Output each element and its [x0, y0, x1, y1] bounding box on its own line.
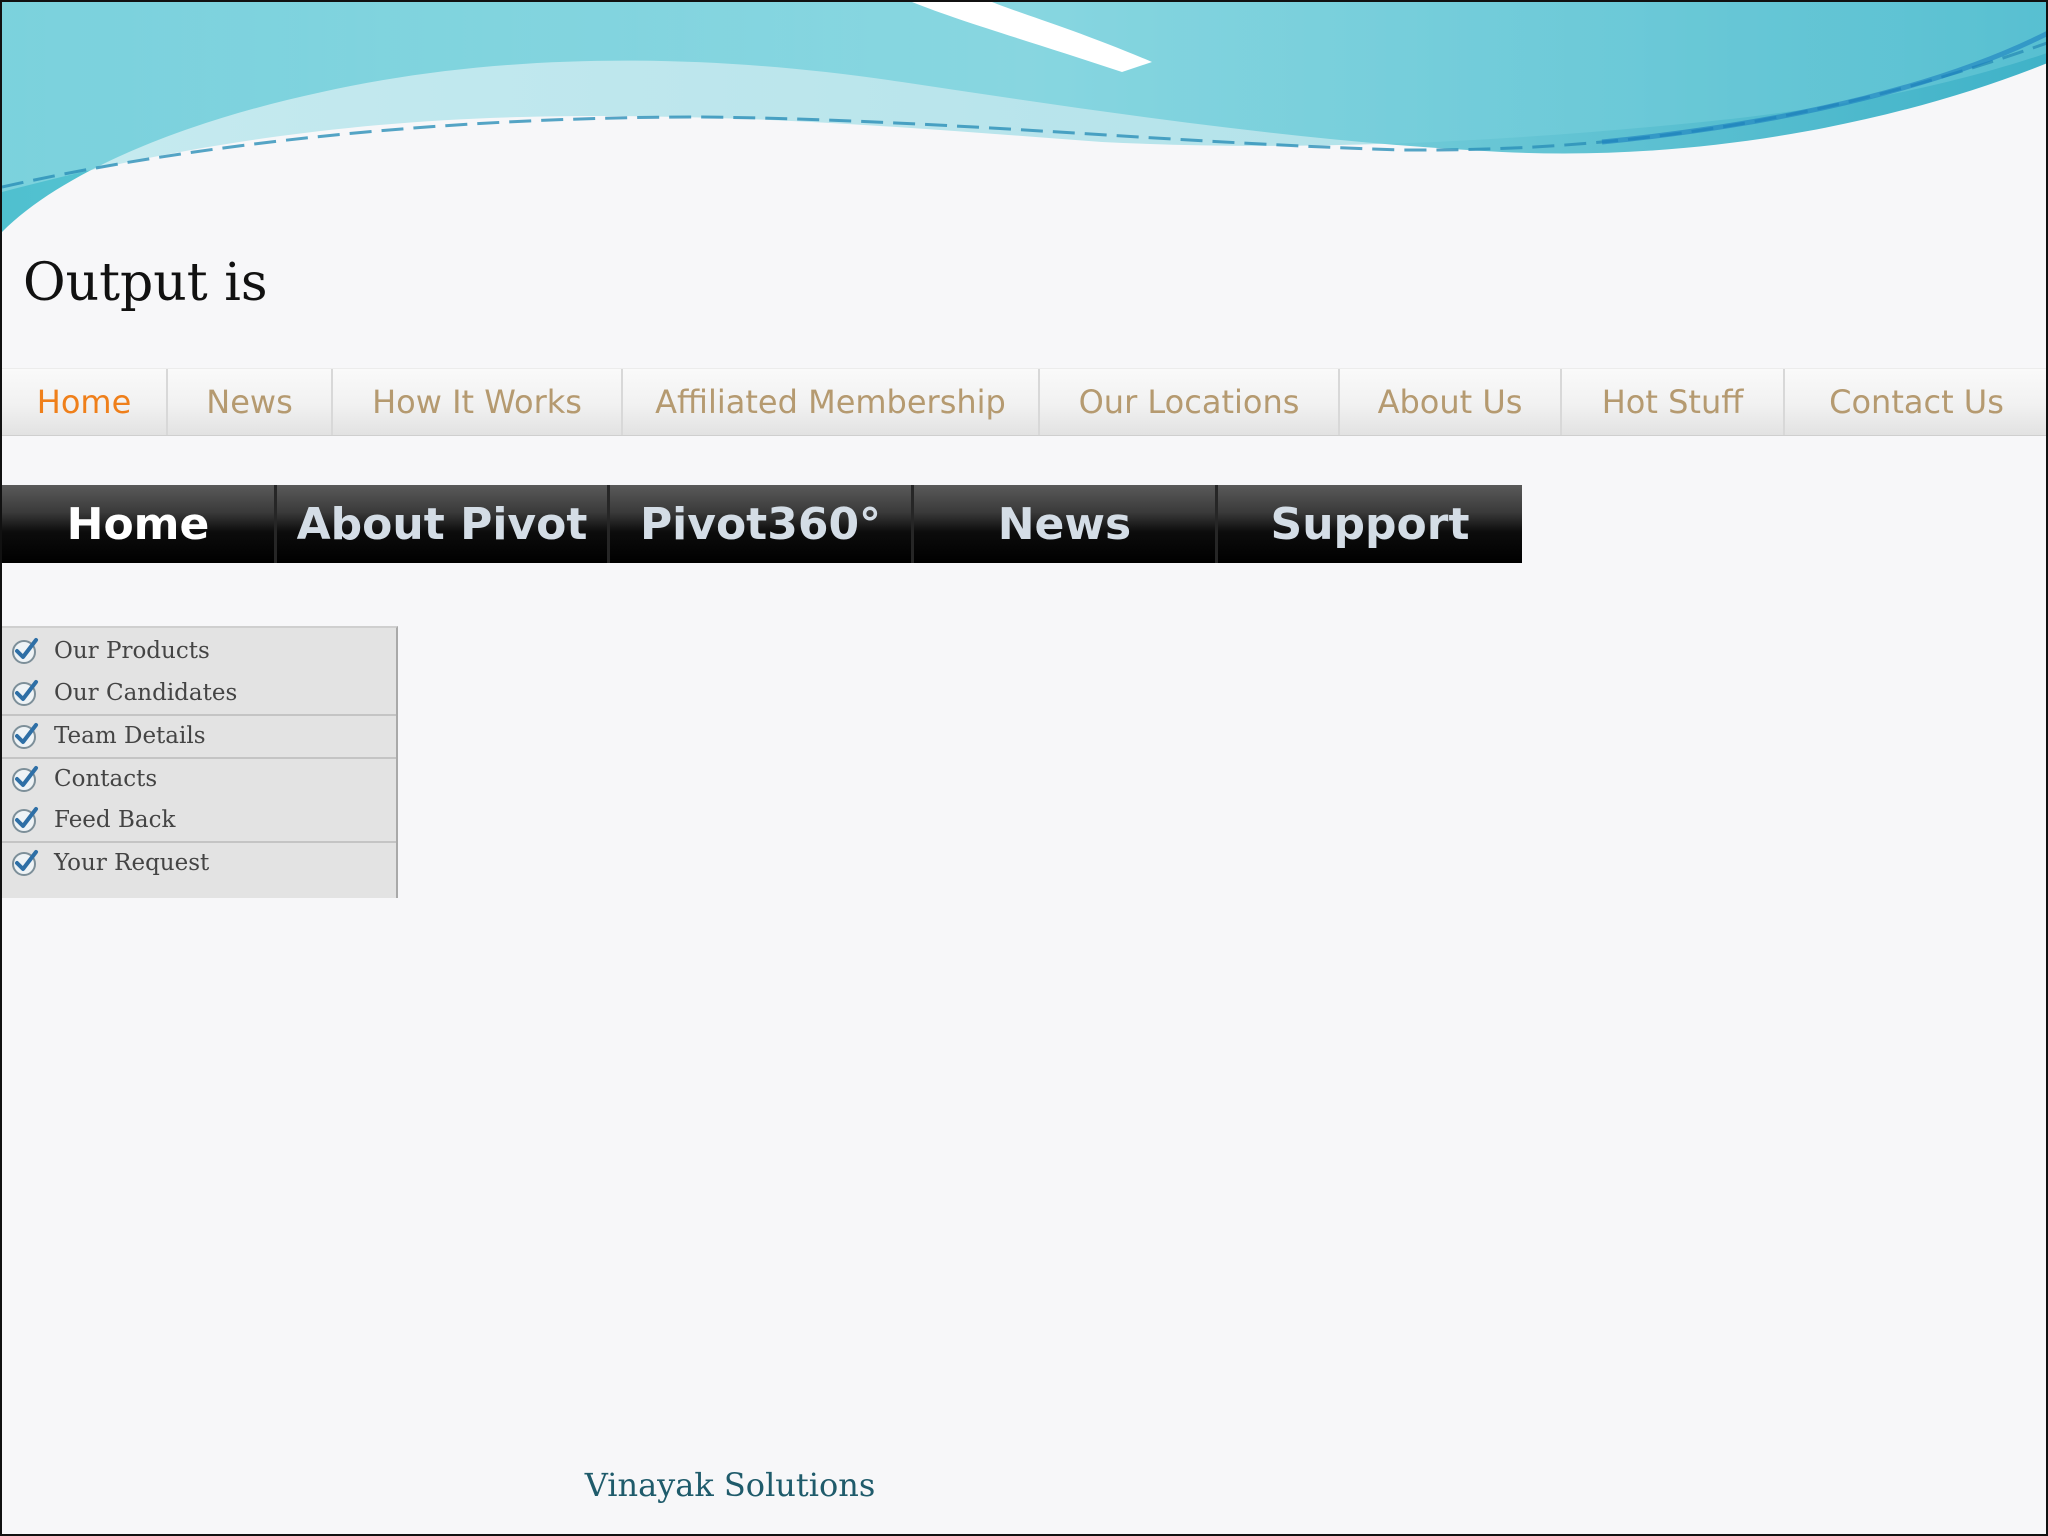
nav-light-about-us[interactable]: About Us: [1340, 369, 1562, 435]
nav-light-hot-stuff[interactable]: Hot Stuff: [1562, 369, 1785, 435]
nav-dark-support[interactable]: Support: [1218, 485, 1522, 563]
side-menu-item-label: Your Request: [54, 850, 210, 876]
nav-dark-pivot360[interactable]: Pivot360°: [610, 485, 914, 563]
footer-text: Vinayak Solutions: [584, 1466, 876, 1504]
nav-light-affiliated-membership[interactable]: Affiliated Membership: [623, 369, 1040, 435]
side-menu-item-label: Our Candidates: [54, 680, 238, 706]
side-menu-item-our-candidates[interactable]: Our Candidates: [2, 672, 396, 714]
side-menu-item-team-details[interactable]: Team Details: [2, 714, 396, 756]
side-menu-item-our-products[interactable]: Our Products: [2, 630, 396, 672]
nav-dark-home[interactable]: Home: [2, 485, 277, 563]
check-circle-icon: [12, 638, 38, 664]
side-menu-item-label: Contacts: [54, 766, 158, 792]
side-menu-item-contacts[interactable]: Contacts: [2, 757, 396, 799]
dark-nav-bar: Home About Pivot Pivot360° News Support: [2, 485, 1522, 563]
header-wave-decoration: [2, 2, 2046, 232]
side-menu-item-your-request[interactable]: Your Request: [2, 841, 396, 883]
slide: Output is Home News How It Works Affilia…: [0, 0, 2048, 1536]
check-circle-icon: [12, 850, 38, 876]
nav-light-how-it-works[interactable]: How It Works: [333, 369, 623, 435]
nav-dark-news[interactable]: News: [914, 485, 1218, 563]
nav-light-home[interactable]: Home: [2, 369, 168, 435]
nav-light-contact-us[interactable]: Contact Us: [1785, 369, 2046, 435]
light-nav-bar: Home News How It Works Affiliated Member…: [2, 368, 2046, 436]
side-menu: Our Products Our Candidates Team Details…: [2, 626, 398, 898]
check-circle-icon: [12, 680, 38, 706]
side-menu-item-label: Our Products: [54, 638, 210, 664]
check-circle-icon: [12, 807, 38, 833]
side-menu-item-label: Team Details: [54, 723, 206, 749]
check-circle-icon: [12, 723, 38, 749]
side-menu-item-label: Feed Back: [54, 807, 176, 833]
nav-dark-about-pivot[interactable]: About Pivot: [277, 485, 610, 563]
nav-light-our-locations[interactable]: Our Locations: [1040, 369, 1340, 435]
side-menu-item-feed-back[interactable]: Feed Back: [2, 799, 396, 841]
nav-light-news[interactable]: News: [168, 369, 333, 435]
check-circle-icon: [12, 766, 38, 792]
slide-title: Output is: [23, 253, 268, 313]
